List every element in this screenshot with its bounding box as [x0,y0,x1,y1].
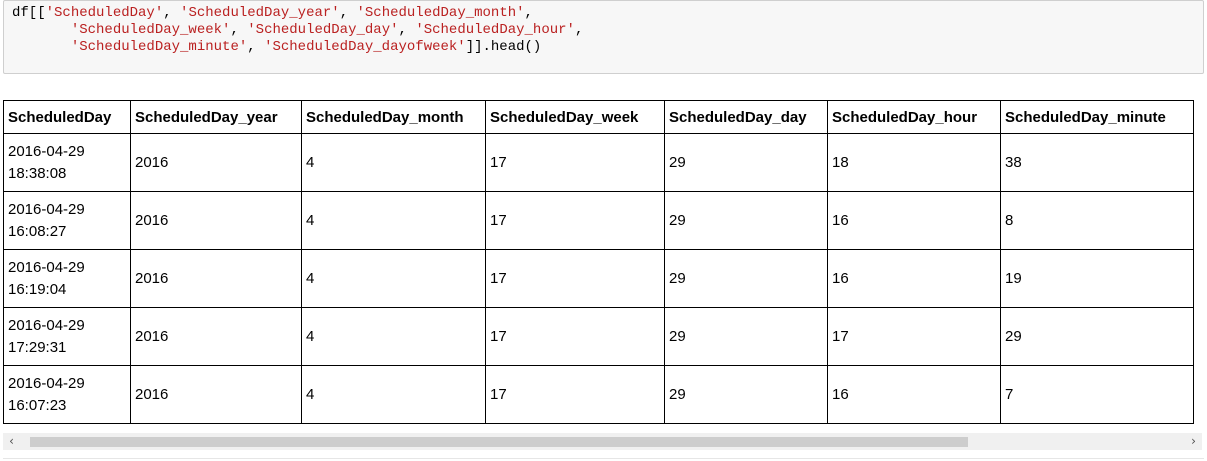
output-area: ScheduledDay ScheduledDay_year Scheduled… [0,100,1207,461]
table-cell: 2016-04-29 16:19:04 [3,249,131,308]
table-header-row: ScheduledDay ScheduledDay_year Scheduled… [3,100,1194,134]
code-input[interactable]: df[['ScheduledDay', 'ScheduledDay_year',… [4,1,1203,56]
scroll-right-icon[interactable]: › [1185,433,1202,450]
table-cell: 2016-04-29 16:08:27 [3,191,131,250]
table-cell: 29 [664,365,828,424]
divider [3,458,1204,459]
table-cell: 17 [485,191,665,250]
table-cell: 17 [485,307,665,366]
column-header: ScheduledDay_year [130,100,302,134]
table-cell: 2016 [130,307,302,366]
table-cell: 19 [1000,249,1194,308]
table-cell: 4 [301,249,486,308]
code-line: 'ScheduledDay_week', 'ScheduledDay_day',… [70,22,584,38]
table-row: 2016-04-29 16:19:04 2016 4 17 29 16 19 [3,249,1194,308]
table-cell: 4 [301,307,486,366]
table-row: 2016-04-29 17:29:31 2016 4 17 29 17 29 [3,307,1194,366]
dataframe-table: ScheduledDay ScheduledDay_year Scheduled… [3,100,1194,424]
table-row: 2016-04-29 16:08:27 2016 4 17 29 16 8 [3,191,1194,250]
table-row: 2016-04-29 16:07:23 2016 4 17 29 16 7 [3,365,1194,424]
table-cell: 17 [827,307,1001,366]
table-cell: 4 [301,365,486,424]
table-cell: 7 [1000,365,1194,424]
scroll-left-icon[interactable]: ‹ [3,433,20,450]
table-row: 2016-04-29 18:38:08 2016 4 17 29 18 38 [3,133,1194,192]
table-cell: 29 [664,249,828,308]
table-cell: 17 [485,133,665,192]
table-cell: 2016-04-29 18:38:08 [3,133,131,192]
table-cell: 29 [664,307,828,366]
column-header: ScheduledDay [3,100,131,134]
table-cell: 29 [664,133,828,192]
table-cell: 17 [485,249,665,308]
code-line: df[['ScheduledDay', 'ScheduledDay_year',… [12,5,533,21]
scrollbar-thumb[interactable] [30,437,968,447]
table-cell: 2016 [130,133,302,192]
table-cell: 29 [664,191,828,250]
table-cell: 16 [827,191,1001,250]
table-cell: 16 [827,249,1001,308]
table-cell: 17 [485,365,665,424]
table-cell: 2016-04-29 16:07:23 [3,365,131,424]
table-cell: 2016 [130,365,302,424]
column-header: ScheduledDay_hour [827,100,1001,134]
table-cell: 29 [1000,307,1194,366]
horizontal-scrollbar[interactable]: ‹ › [3,433,1202,450]
table-cell: 38 [1000,133,1194,192]
table-cell: 18 [827,133,1001,192]
table-cell: 2016-04-29 17:29:31 [3,307,131,366]
column-header: ScheduledDay_minute [1000,100,1194,134]
code-cell[interactable]: df[['ScheduledDay', 'ScheduledDay_year',… [3,0,1204,74]
column-header: ScheduledDay_week [485,100,665,134]
table-cell: 2016 [130,191,302,250]
column-header: ScheduledDay_month [301,100,486,134]
table-cell: 8 [1000,191,1194,250]
table-cell: 4 [301,133,486,192]
column-header: ScheduledDay_day [664,100,828,134]
code-line: 'ScheduledDay_minute', 'ScheduledDay_day… [70,39,542,55]
table-cell: 16 [827,365,1001,424]
table-cell: 2016 [130,249,302,308]
table-cell: 4 [301,191,486,250]
